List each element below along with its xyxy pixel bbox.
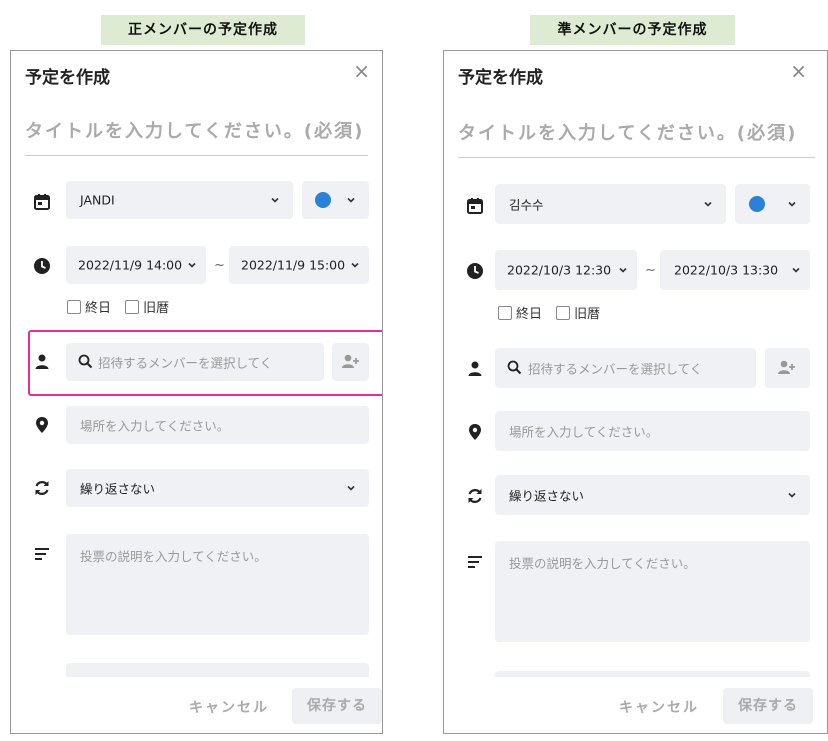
dialog-title: 予定を作成 bbox=[458, 68, 543, 88]
range-separator: ~ bbox=[645, 263, 656, 278]
repeat-select[interactable]: 繰り返さない bbox=[495, 475, 810, 515]
lunar-checkbox[interactable]: 旧暦 bbox=[556, 306, 601, 322]
description-textarea[interactable]: 投票の説明を入力してください。 bbox=[66, 534, 369, 635]
clock-icon bbox=[34, 258, 50, 274]
allday-checkbox[interactable]: 終日 bbox=[67, 300, 112, 316]
close-icon[interactable]: × bbox=[790, 61, 807, 81]
lunar-label: 旧暦 bbox=[143, 301, 170, 316]
chevron-down-icon bbox=[788, 492, 796, 498]
allday-label: 終日 bbox=[85, 301, 112, 316]
right-section-label: 準メンバーの予定作成 bbox=[530, 15, 735, 45]
option-checkboxes: 終日 旧暦 bbox=[498, 303, 600, 322]
right-create-event-dialog: 予定を作成 × タイトルを入力してください。(必須) 김수수 2022/10/3… bbox=[443, 50, 828, 734]
cancel-button[interactable]: キャンセル bbox=[619, 697, 699, 717]
calendar-value: 김수수 bbox=[509, 197, 544, 213]
title-input[interactable]: タイトルを入力してください。(必須) bbox=[25, 117, 368, 156]
color-select[interactable] bbox=[302, 181, 369, 219]
chevron-down-icon bbox=[619, 267, 627, 273]
dialog-title: 予定を作成 bbox=[25, 68, 110, 88]
invite-placeholder: 招待するメンバーを選択してく bbox=[528, 361, 703, 377]
invite-member-input[interactable]: 招待するメンバーを選択してく bbox=[495, 348, 756, 388]
calendar-value: JANDI bbox=[80, 192, 115, 208]
start-datetime-select[interactable]: 2022/10/3 12:30 bbox=[495, 250, 637, 290]
add-user-icon bbox=[778, 360, 795, 374]
chevron-down-icon bbox=[351, 262, 359, 268]
allday-label: 終日 bbox=[516, 307, 543, 322]
title-placeholder: タイトルを入力してください。(必須) bbox=[25, 121, 365, 142]
cancel-button[interactable]: キャンセル bbox=[189, 697, 269, 717]
location-input[interactable]: 場所を入力してください。 bbox=[495, 411, 810, 451]
calendar-icon bbox=[34, 194, 50, 210]
chevron-down-icon bbox=[347, 197, 355, 203]
chevron-down-icon bbox=[188, 262, 196, 268]
save-button[interactable]: 保存する bbox=[292, 688, 382, 724]
add-user-button[interactable] bbox=[332, 343, 369, 381]
lunar-label: 旧暦 bbox=[574, 307, 601, 322]
start-datetime: 2022/10/3 12:30 bbox=[507, 262, 612, 278]
map-pin-icon bbox=[469, 424, 481, 440]
location-placeholder: 場所を入力してください。 bbox=[509, 424, 659, 440]
description-placeholder: 投票の説明を入力してください。 bbox=[509, 556, 696, 571]
color-select[interactable] bbox=[735, 184, 810, 224]
left-create-event-dialog: 予定を作成 × タイトルを入力してください。(必須) JANDI 2022/11… bbox=[10, 50, 383, 734]
invite-member-input[interactable]: 招待するメンバーを選択してく bbox=[66, 343, 324, 381]
chevron-down-icon bbox=[347, 485, 355, 491]
title-placeholder: タイトルを入力してください。(必須) bbox=[458, 123, 798, 144]
description-placeholder: 投票の説明を入力してください。 bbox=[80, 549, 267, 564]
person-icon bbox=[35, 354, 49, 369]
calendar-select[interactable]: 김수수 bbox=[495, 184, 726, 224]
save-button[interactable]: 保存する bbox=[723, 688, 813, 724]
map-pin-icon bbox=[36, 417, 48, 433]
location-input[interactable]: 場所を入力してください。 bbox=[66, 406, 369, 444]
dialog-footer: キャンセル 保存する bbox=[11, 677, 382, 733]
dialog-footer: キャンセル 保存する bbox=[444, 677, 827, 733]
chevron-down-icon bbox=[792, 267, 800, 273]
start-datetime: 2022/11/9 14:00 bbox=[78, 257, 183, 273]
end-datetime-select[interactable]: 2022/10/3 13:30 bbox=[660, 250, 810, 290]
repeat-select[interactable]: 繰り返さない bbox=[66, 469, 369, 507]
title-input[interactable]: タイトルを入力してください。(必須) bbox=[458, 119, 815, 158]
calendar-icon bbox=[467, 198, 483, 214]
end-datetime: 2022/10/3 13:30 bbox=[674, 262, 779, 278]
repeat-icon bbox=[35, 481, 49, 495]
repeat-icon bbox=[468, 489, 482, 503]
search-icon bbox=[507, 360, 522, 375]
chevron-down-icon bbox=[271, 197, 279, 203]
description-icon bbox=[468, 556, 482, 568]
description-icon bbox=[35, 548, 49, 560]
description-textarea[interactable]: 投票の説明を入力してください。 bbox=[495, 541, 810, 642]
calendar-select[interactable]: JANDI bbox=[66, 181, 293, 219]
chevron-down-icon bbox=[788, 201, 796, 207]
search-icon bbox=[78, 354, 93, 369]
invite-placeholder: 招待するメンバーを選択してく bbox=[98, 355, 273, 371]
end-datetime-select[interactable]: 2022/11/9 15:00 bbox=[229, 246, 369, 284]
close-icon[interactable]: × bbox=[353, 61, 370, 81]
left-section-label: 正メンバーの予定作成 bbox=[101, 15, 305, 45]
location-placeholder: 場所を入力してください。 bbox=[80, 418, 230, 434]
add-user-button[interactable] bbox=[765, 348, 810, 388]
chevron-down-icon bbox=[704, 201, 712, 207]
add-user-icon bbox=[342, 354, 359, 368]
start-datetime-select[interactable]: 2022/11/9 14:00 bbox=[66, 246, 206, 284]
lunar-checkbox[interactable]: 旧暦 bbox=[125, 300, 170, 316]
person-icon bbox=[468, 361, 482, 376]
calendar-color-dot bbox=[315, 192, 331, 208]
clock-icon bbox=[467, 263, 483, 279]
allday-checkbox[interactable]: 終日 bbox=[498, 306, 543, 322]
end-datetime: 2022/11/9 15:00 bbox=[241, 257, 346, 273]
repeat-value: 繰り返さない bbox=[80, 481, 156, 497]
option-checkboxes: 終日 旧暦 bbox=[67, 297, 169, 316]
repeat-value: 繰り返さない bbox=[509, 488, 585, 504]
range-separator: ~ bbox=[214, 258, 225, 273]
calendar-color-dot bbox=[749, 196, 765, 212]
